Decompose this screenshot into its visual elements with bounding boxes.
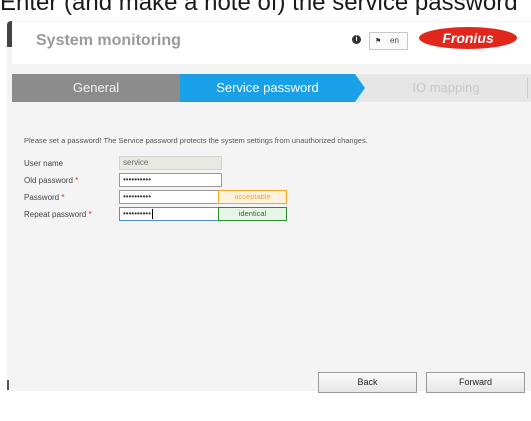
tab-io-mapping: IO mapping bbox=[412, 80, 480, 95]
repeat-password-field[interactable]: •••••••••• bbox=[119, 207, 222, 221]
language-label: en bbox=[390, 36, 399, 45]
window-edge bbox=[7, 380, 9, 390]
password-field[interactable]: •••••••••• bbox=[119, 190, 222, 204]
password-strength-badge: acceptable bbox=[218, 190, 287, 204]
app-header: System monitoring i ⚑ en Fronius bbox=[12, 22, 531, 64]
step-arrow bbox=[355, 74, 365, 102]
flag-icon: ⚑ bbox=[375, 38, 382, 45]
required-mark: * bbox=[75, 176, 79, 185]
text-caret bbox=[152, 208, 154, 219]
password-match-badge: identical bbox=[218, 207, 287, 221]
caption-text: Enter (and make a note of) the service p… bbox=[0, 0, 518, 16]
forward-button[interactable]: Forward bbox=[426, 372, 525, 393]
fronius-logo: Fronius bbox=[419, 27, 517, 49]
intro-text: Please set a password! The Service passw… bbox=[24, 136, 368, 145]
old-password-field[interactable]: •••••••••• bbox=[119, 173, 222, 187]
language-selector[interactable]: ⚑ en bbox=[369, 32, 408, 50]
user-name-label: User name bbox=[24, 159, 64, 168]
back-button[interactable]: Back bbox=[318, 372, 417, 393]
required-mark: * bbox=[88, 210, 92, 219]
required-mark: * bbox=[61, 193, 65, 202]
wizard-steps: General Service password IO mapping bbox=[12, 74, 531, 102]
password-label: Password * bbox=[24, 193, 65, 202]
user-name-field: service bbox=[119, 156, 222, 170]
info-icon[interactable]: i bbox=[352, 35, 361, 44]
page-title: System monitoring bbox=[36, 32, 181, 49]
tab-general[interactable]: General bbox=[12, 74, 180, 102]
repeat-password-label: Repeat password * bbox=[24, 210, 92, 219]
logo-text: Fronius bbox=[442, 30, 494, 46]
tab-service-password[interactable]: Service password bbox=[180, 74, 355, 102]
old-password-label: Old password * bbox=[24, 176, 79, 185]
tab-divider bbox=[527, 78, 528, 98]
